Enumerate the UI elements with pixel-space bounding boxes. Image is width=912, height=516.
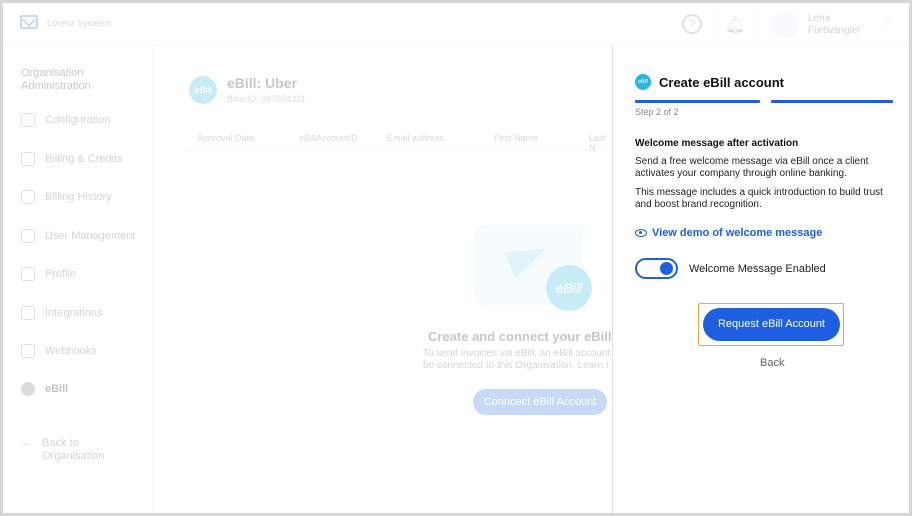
- view-demo-link[interactable]: View demo of welcome message: [635, 227, 822, 239]
- avatar[interactable]: [771, 11, 799, 39]
- sidebar-item-profile[interactable]: Profile: [21, 267, 151, 281]
- create-ebill-panel: eBill Create eBill account Step 2 of 2 W…: [612, 45, 909, 513]
- welcome-message-toggle[interactable]: [635, 258, 678, 279]
- sidebar-item-user-management[interactable]: User Management: [21, 229, 151, 243]
- bell-icon[interactable]: 🔔︎: [725, 15, 745, 35]
- arrow-left-icon: ←: [21, 437, 32, 449]
- user-name[interactable]: Lena Furtwängler: [808, 13, 878, 37]
- wand-icon: [21, 267, 35, 281]
- column-header: Last N: [589, 133, 607, 153]
- ebill-logo: eBill: [546, 265, 592, 311]
- column-header: Email address: [387, 133, 445, 143]
- app-window: Lorenz Systems ? 🔔︎ Lena Furtwängler ⌵ O…: [3, 3, 909, 513]
- sidebar: Organisation Administration Configuratio…: [3, 45, 153, 513]
- org-title: Organisation Administration: [21, 67, 91, 92]
- sidebar-item-label: Billing History: [45, 191, 112, 203]
- empty-state-text: To send invoices via eBill, an eBill acc…: [423, 348, 611, 371]
- toggle-knob: [660, 262, 673, 275]
- sidebar-item-billing-history[interactable]: Billing History: [21, 190, 151, 204]
- table-header: Approval Date eBillAccountID Email addre…: [187, 133, 609, 153]
- ebill-badge-icon: eBill: [189, 75, 217, 104]
- sidebar-item-label: Webhooks: [45, 345, 97, 357]
- sidebar-item-label: Profile: [45, 268, 77, 280]
- back-label: Back to Organisation: [42, 437, 105, 462]
- step-1-progress: [635, 100, 760, 103]
- step-2-progress: [771, 100, 893, 103]
- sidebar-item-label: Billing & Credits: [45, 153, 123, 165]
- gear-icon: [21, 113, 35, 127]
- column-header: Approval Date: [197, 133, 255, 143]
- document-icon: [21, 190, 35, 204]
- divider: [713, 11, 714, 37]
- mail-logo-icon: [20, 15, 38, 29]
- divider: [758, 11, 759, 37]
- description-paragraph: Send a free welcome message via eBill on…: [635, 156, 869, 179]
- panel-title: Create eBill account: [659, 75, 784, 90]
- help-icon[interactable]: ?: [682, 14, 702, 34]
- sidebar-item-configuration[interactable]: Configuration: [21, 113, 151, 127]
- description-paragraph: This message includes a quick introducti…: [635, 187, 883, 210]
- page-title: eBill: Uber: [227, 75, 298, 91]
- ebill-header: eBill eBill: Uber BillerID: 987654321: [189, 75, 306, 104]
- sidebar-item-label: Integrations: [45, 307, 103, 319]
- toggle-label: Welcome Message Enabled: [689, 263, 826, 275]
- eye-icon: [635, 229, 647, 237]
- top-bar: Lorenz Systems ? 🔔︎ Lena Furtwängler ⌵: [3, 3, 909, 45]
- section-heading: Welcome message after activation: [635, 138, 799, 149]
- webhook-icon: [21, 344, 35, 358]
- back-button[interactable]: Back: [760, 357, 784, 369]
- sidebar-item-integrations[interactable]: Integrations: [21, 306, 151, 320]
- sidebar-item-label: eBill: [45, 383, 69, 395]
- column-header: First Name: [494, 133, 539, 143]
- ebill-icon: [21, 382, 35, 396]
- wallet-icon: [21, 152, 35, 166]
- connect-ebill-button[interactable]: Conncect eBill Account: [473, 389, 607, 415]
- sidebar-item-webhooks[interactable]: Webhooks: [21, 344, 151, 358]
- chevron-down-icon[interactable]: ⌵: [883, 17, 891, 28]
- sidebar-item-label: Configuration: [45, 114, 111, 126]
- ebill-icon: eBill: [635, 74, 651, 90]
- request-ebill-account-button[interactable]: Request eBill Account: [703, 308, 840, 341]
- column-header: eBillAccountID: [299, 133, 358, 143]
- sidebar-item-label: User Management: [45, 230, 136, 242]
- sidebar-item-ebill[interactable]: eBill: [21, 382, 151, 396]
- view-demo-label: View demo of welcome message: [652, 227, 823, 239]
- sidebar-item-billing-credits[interactable]: Billing & Credits: [21, 152, 151, 166]
- company-name: Lorenz Systems: [47, 18, 112, 28]
- back-to-organisation[interactable]: ← Back to Organisation: [21, 437, 122, 463]
- users-icon: [21, 229, 35, 243]
- biller-id: BillerID: 987654321: [227, 94, 307, 104]
- grid-icon: [21, 306, 35, 320]
- step-label: Step 2 of 2: [635, 107, 679, 117]
